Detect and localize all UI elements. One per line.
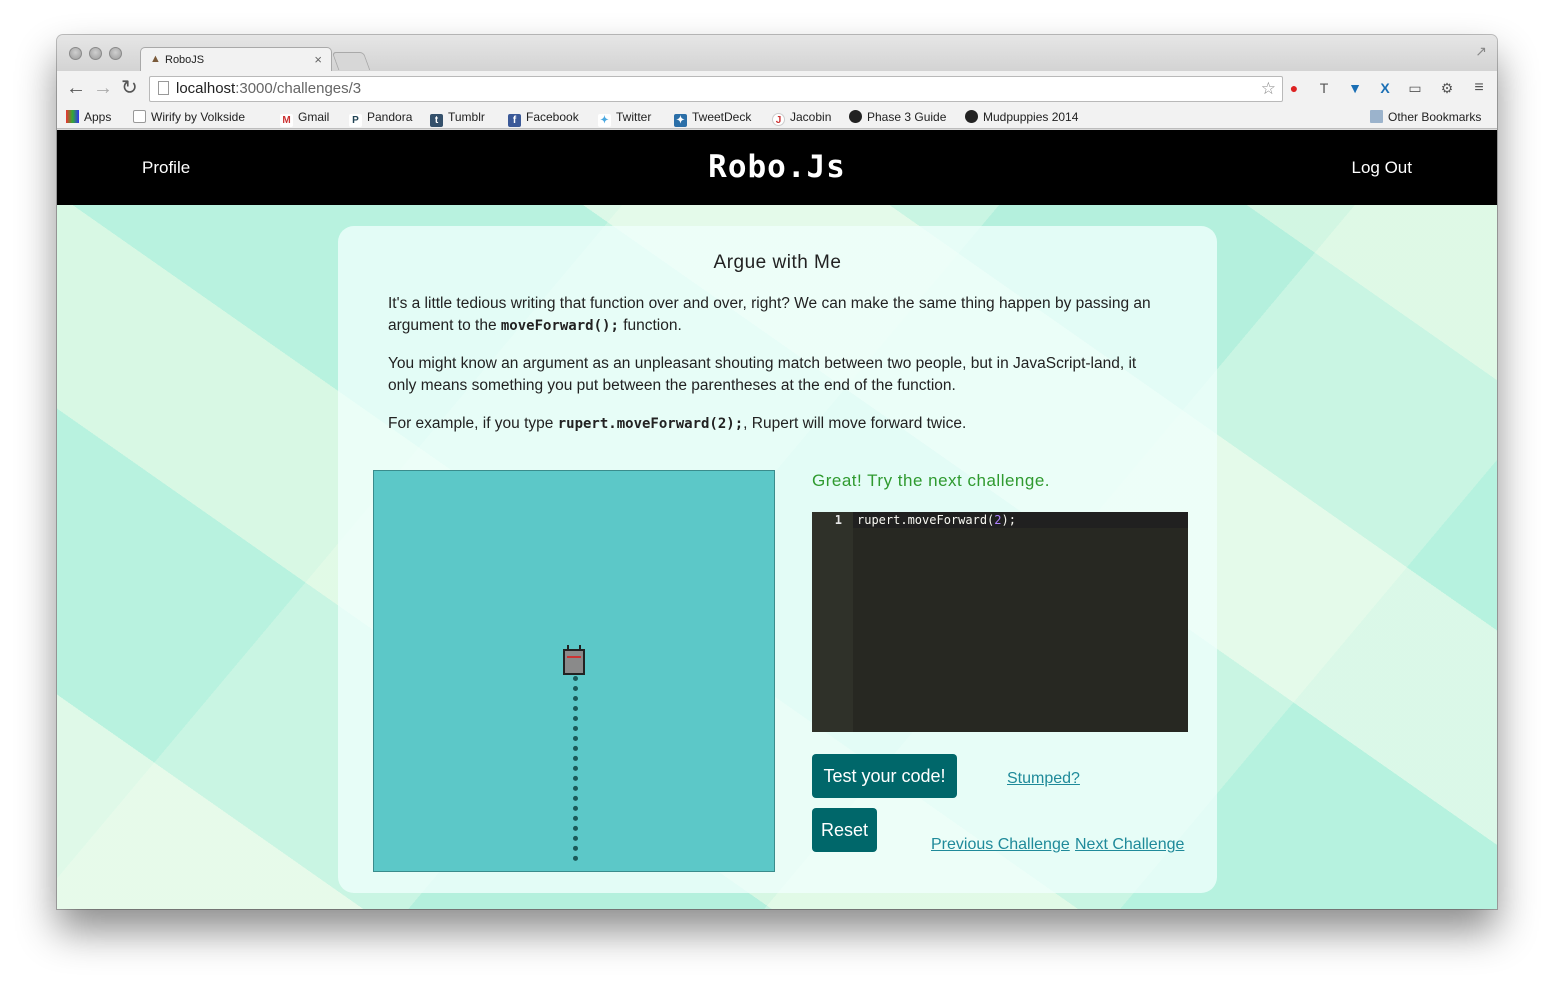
bookmark-gmail[interactable]: M Gmail <box>280 110 329 127</box>
folder-icon <box>1370 110 1383 123</box>
browser-toolbar: ← → ↻ localhost:3000/challenges/3 ☆ ● T … <box>57 71 1497 107</box>
extension-settings-icon[interactable]: ⚙ <box>1437 78 1457 98</box>
status-message: Great! Try the next challenge. <box>812 471 1051 490</box>
bookmark-tweetdeck[interactable]: ✦ TweetDeck <box>674 110 751 127</box>
bookmark-twitter[interactable]: ✦ Twitter <box>598 110 651 127</box>
facebook-icon: f <box>508 114 521 127</box>
code-line[interactable]: rupert.moveForward(2); <box>857 513 1016 527</box>
menu-icon[interactable]: ≡ <box>1469 78 1489 98</box>
tab-title: RoboJS <box>165 54 205 66</box>
bookmarks-bar: Apps Wirify by Volkside M Gmail P Pandora … <box>57 107 1497 129</box>
extension-x-icon[interactable]: X <box>1375 78 1395 98</box>
adblock-icon[interactable]: ● <box>1284 78 1304 98</box>
bookmark-star-icon[interactable]: ☆ <box>1261 77 1276 101</box>
reset-button[interactable]: Reset <box>812 808 877 852</box>
robot-canvas <box>373 470 775 872</box>
github-icon <box>965 110 978 123</box>
browser-tab[interactable]: ▲ RoboJS × <box>140 47 332 73</box>
fullscreen-icon[interactable]: ↗ <box>1475 43 1487 60</box>
robot-trail <box>573 676 578 861</box>
zoom-window-icon[interactable] <box>109 47 122 60</box>
twitter-icon: ✦ <box>598 114 611 127</box>
browser-window: ▲ RoboJS × ↗ ← → ↻ localhost:3000/challe… <box>57 35 1497 909</box>
test-code-button[interactable]: Test your code! <box>812 754 957 798</box>
bookmark-facebook[interactable]: f Facebook <box>508 110 579 127</box>
editor-gutter: 1 <box>812 512 853 732</box>
challenge-paragraph-2: You might know an argument as an unpleas… <box>388 355 1137 394</box>
page-icon <box>133 110 146 123</box>
inline-code: moveForward(); <box>500 318 619 334</box>
cast-icon[interactable]: ▭ <box>1405 78 1425 98</box>
bookmark-other[interactable]: Other Bookmarks <box>1370 110 1481 124</box>
tumblr-icon: t <box>430 114 443 127</box>
gmail-icon: M <box>280 114 293 127</box>
bookmark-jacobin[interactable]: J Jacobin <box>772 110 831 126</box>
apps-icon <box>66 110 79 123</box>
brand-logo: Robo.Js <box>708 149 846 185</box>
line-number: 1 <box>834 513 842 527</box>
extension-t-icon[interactable]: T <box>1314 78 1334 98</box>
page-icon <box>158 81 169 95</box>
pandora-icon: P <box>349 114 362 127</box>
minimize-window-icon[interactable] <box>89 47 102 60</box>
challenge-title: Argue with Me <box>713 252 842 273</box>
close-window-icon[interactable] <box>69 47 82 60</box>
challenge-panel: Argue with Me It's a little tedious writ… <box>338 226 1217 893</box>
page: Profile Robo.Js Log Out Argue with Me It… <box>57 130 1497 909</box>
site-header: Profile Robo.Js Log Out <box>57 130 1497 205</box>
forward-icon[interactable]: → <box>93 77 113 99</box>
tab-close-icon[interactable]: × <box>314 52 322 67</box>
bookmark-pandora[interactable]: P Pandora <box>349 110 412 127</box>
challenge-paragraph-3: For example, if you type rupert.moveForw… <box>388 415 967 432</box>
github-icon <box>849 110 862 123</box>
bookmark-apps[interactable]: Apps <box>66 110 111 124</box>
next-challenge-link[interactable]: Next Challenge <box>1075 836 1184 854</box>
back-icon[interactable]: ← <box>66 77 86 99</box>
challenge-paragraph-1: It's a little tedious writing that funct… <box>388 295 1151 334</box>
url-path: :3000/challenges/3 <box>235 80 362 97</box>
tweetdeck-icon: ✦ <box>674 114 687 127</box>
robot-rupert <box>563 645 585 675</box>
bookmark-mudpuppies[interactable]: Mudpuppies 2014 <box>965 110 1078 124</box>
address-bar[interactable]: localhost:3000/challenges/3 ☆ <box>149 76 1283 102</box>
extension-v-icon[interactable]: ▼ <box>1345 78 1365 98</box>
jacobin-icon: J <box>772 113 785 126</box>
logout-link[interactable]: Log Out <box>1352 158 1413 178</box>
bookmark-tumblr[interactable]: t Tumblr <box>430 110 485 127</box>
stumped-link[interactable]: Stumped? <box>1007 770 1080 788</box>
url-host: localhost <box>176 80 236 97</box>
reload-icon[interactable]: ↻ <box>121 77 138 99</box>
bookmark-wirify[interactable]: Wirify by Volkside <box>133 110 245 124</box>
tab-strip: ▲ RoboJS × ↗ <box>57 35 1497 73</box>
new-tab-button[interactable] <box>331 52 371 70</box>
previous-challenge-link[interactable]: Previous Challenge <box>931 836 1070 854</box>
robot-favicon-icon: ▲ <box>150 53 161 65</box>
bookmark-phase3[interactable]: Phase 3 Guide <box>849 110 946 124</box>
inline-code: rupert.moveForward(2); <box>557 416 744 432</box>
code-editor[interactable]: 1 rupert.moveForward(2); <box>812 512 1188 732</box>
